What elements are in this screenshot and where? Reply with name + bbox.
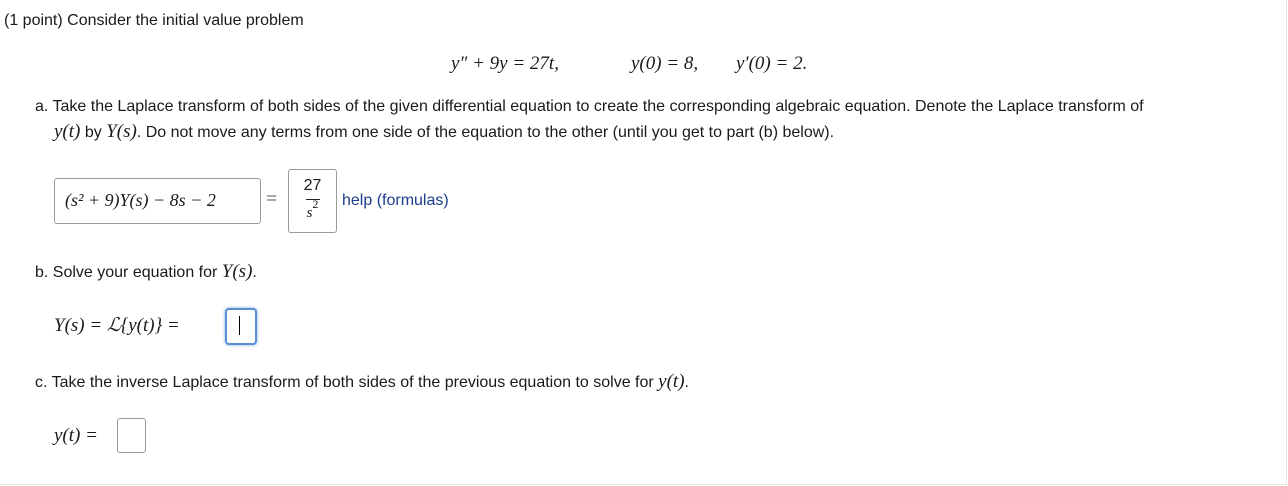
part-b-prompt-end: . bbox=[252, 264, 257, 281]
math-Y-of-s-b: Y(s) bbox=[221, 261, 253, 282]
rhs-numerator: 27 bbox=[303, 177, 322, 194]
part-c-prompt: c. Take the inverse Laplace transform of… bbox=[35, 374, 659, 391]
part-b-instructions: b. Solve your equation for Y(s). bbox=[35, 261, 257, 283]
part-a-instructions-line2: y(t) by Y(s). Do not move any terms from… bbox=[54, 121, 834, 143]
part-a-instructions-rest: . Do not move any terms from one side of… bbox=[136, 124, 835, 141]
help-separator bbox=[336, 190, 337, 210]
part-a-lhs-answer-field[interactable]: (s² + 9)Y(s) − 8s − 2 bbox=[54, 178, 261, 224]
part-c-answer-input[interactable] bbox=[117, 418, 146, 453]
text-caret bbox=[239, 316, 240, 335]
part-a-instructions-line1: a. Take the Laplace transform of both si… bbox=[35, 98, 1144, 115]
part-a-rhs-answer-field[interactable]: 27 s2 bbox=[288, 169, 337, 233]
math-y-of-t-c: y(t) bbox=[658, 371, 685, 392]
part-b-answer-input[interactable] bbox=[225, 308, 257, 345]
part-c-instructions: c. Take the inverse Laplace transform of… bbox=[35, 371, 689, 393]
rhs-denominator-exponent: 2 bbox=[312, 197, 319, 211]
problem-header: (1 point) Consider the initial value pro… bbox=[4, 12, 304, 29]
part-a-equals-sign: = bbox=[266, 188, 278, 210]
help-formulas-link[interactable]: help (formulas) bbox=[342, 192, 449, 210]
part-b-label: Y(s) = ℒ{y(t)} = bbox=[54, 315, 180, 336]
initial-condition-1: y(0) = 8, bbox=[631, 53, 699, 74]
part-c-label: y(t) = bbox=[54, 425, 98, 446]
part-a-lhs-answer-value: (s² + 9)Y(s) − 8s − 2 bbox=[65, 190, 216, 210]
initial-condition-2: y′(0) = 2. bbox=[736, 53, 808, 74]
math-y-of-t: y(t) bbox=[54, 121, 81, 142]
math-Y-of-s: Y(s) bbox=[106, 121, 137, 142]
part-b-prompt: b. Solve your equation for bbox=[35, 264, 222, 281]
part-c-prompt-end: . bbox=[684, 374, 689, 391]
rhs-denominator: s2 bbox=[289, 197, 336, 222]
text-by: by bbox=[80, 124, 107, 141]
ode-equation: y″ + 9y = 27t, bbox=[451, 53, 559, 74]
